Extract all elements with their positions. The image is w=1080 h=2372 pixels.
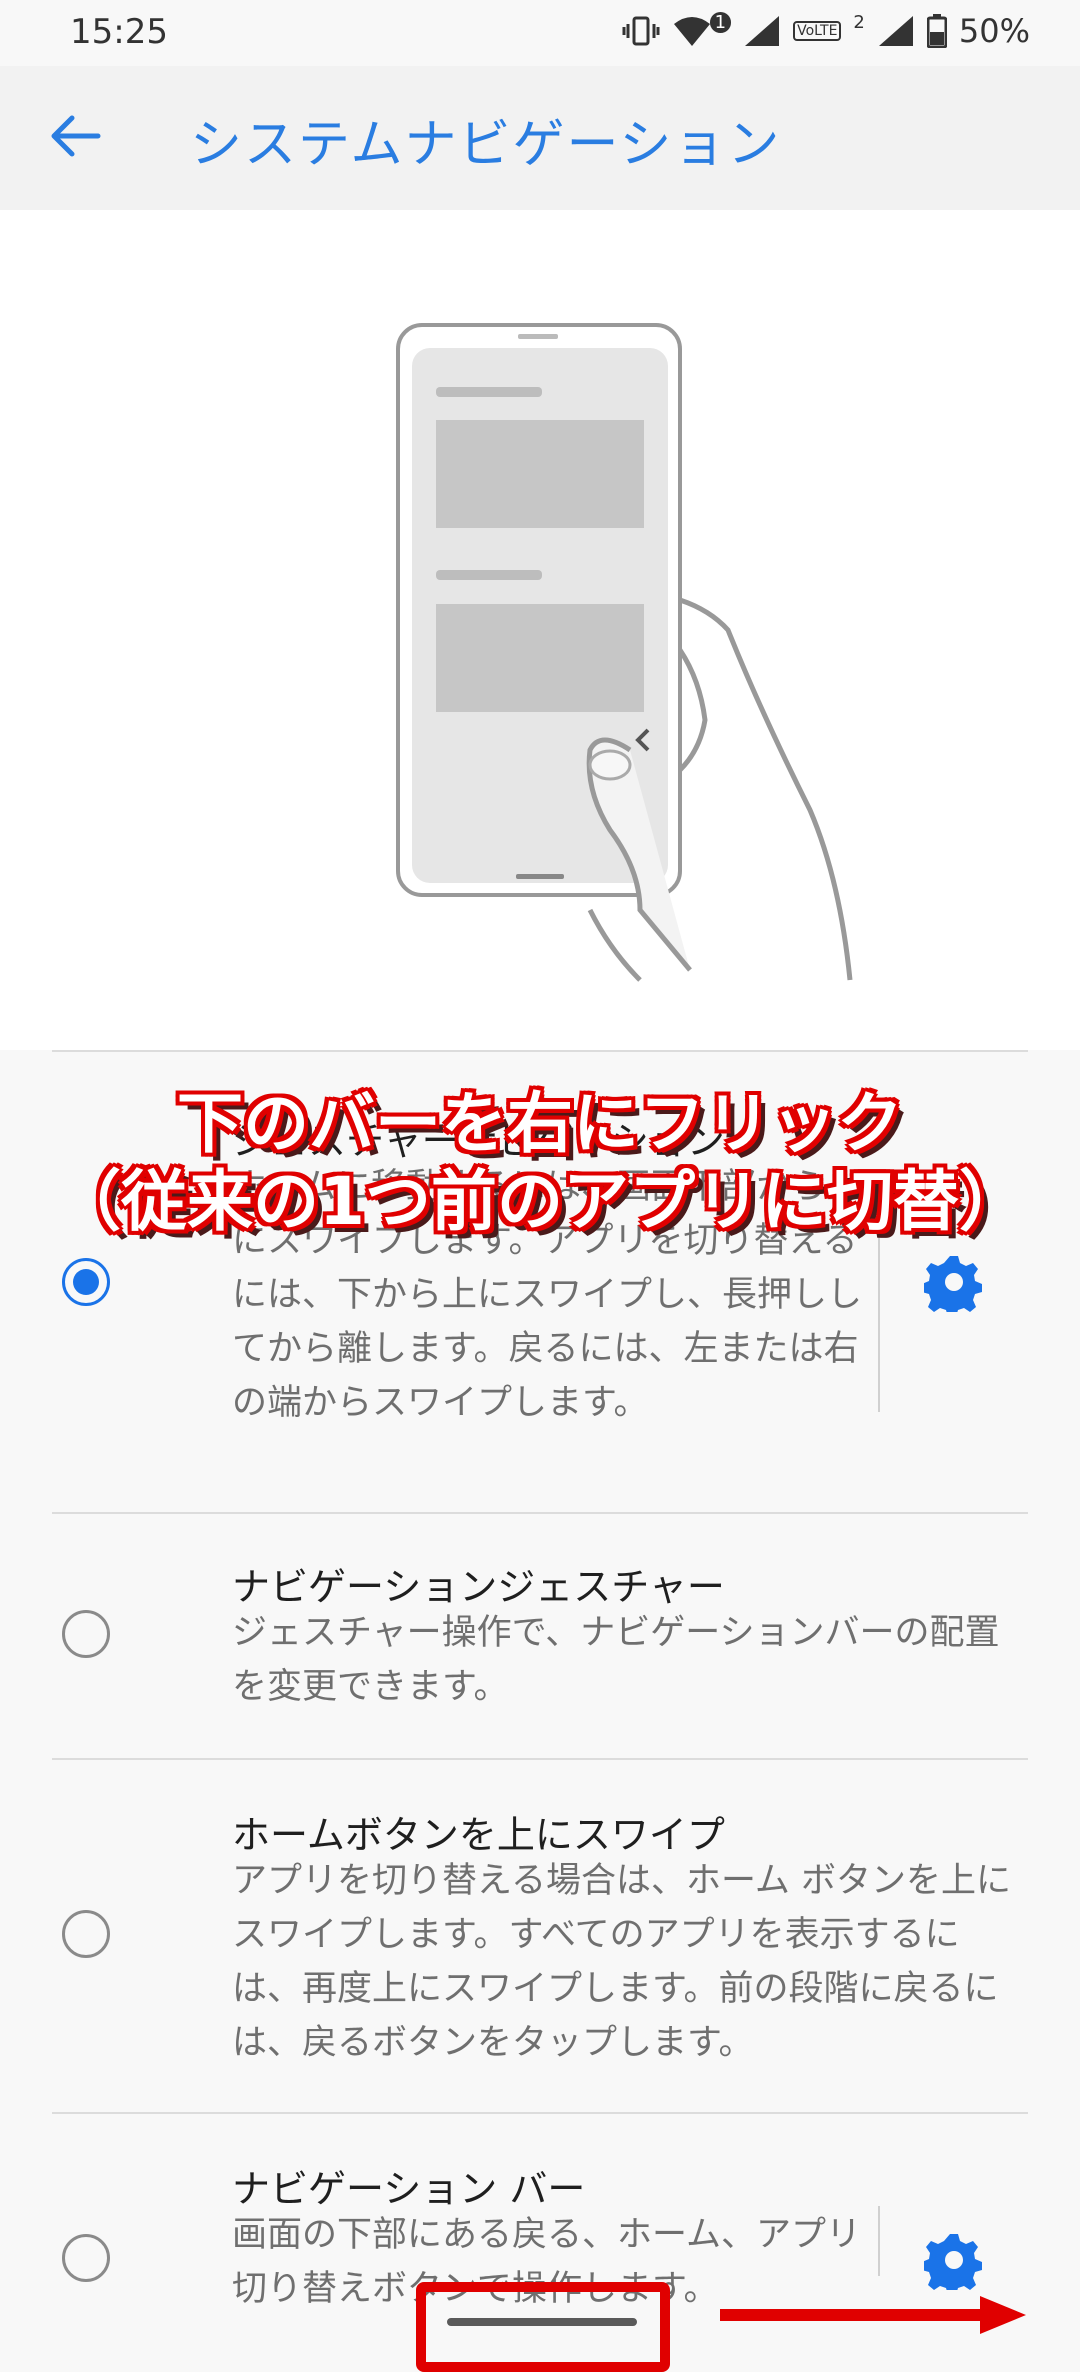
status-time: 15:25	[70, 12, 168, 52]
vibrate-icon	[622, 16, 660, 46]
radio-gesture-navigation[interactable]	[62, 1258, 110, 1306]
battery-icon	[926, 14, 947, 48]
gear-icon[interactable]	[924, 1252, 984, 1312]
status-bar: 15:25 1 VoLTE 2 50%	[0, 0, 1080, 66]
status-icons: 1 VoLTE 2 50%	[622, 11, 1030, 50]
option-navigation-gesture[interactable]: ナビゲーションジェスチャー ジェスチャー操作で、ナビゲーションバーの配置を変更で…	[0, 1514, 1080, 1758]
right-arrow-icon	[720, 2296, 1026, 2334]
back-arrow-icon[interactable]	[46, 106, 106, 166]
gear-icon[interactable]	[924, 2230, 984, 2290]
option-title: ナビゲーションジェスチャー	[232, 1565, 725, 1609]
wifi-icon	[673, 17, 710, 46]
app-bar: システムナビゲーション	[0, 66, 1080, 210]
signal-icon-2	[878, 16, 913, 46]
annotation-line-2: （従来の1つ前のアプリに切替）	[55, 1163, 1025, 1240]
battery-percent: 50%	[958, 12, 1030, 50]
sim1-badge: 1	[709, 11, 732, 33]
radio-navigation-gesture[interactable]	[62, 1610, 110, 1658]
phone-hand-illustration	[396, 323, 853, 982]
option-title: ホームボタンを上にスワイプ	[232, 1813, 725, 1857]
signal-icon	[745, 16, 780, 46]
option-description: ジェスチャー操作で、ナビゲーションバーの配置を変更できます。	[232, 1613, 1000, 1707]
radio-navigation-bar[interactable]	[62, 2234, 110, 2282]
gesture-handle[interactable]	[447, 2318, 637, 2326]
option-swipe-up-home[interactable]: ホームボタンを上にスワイプ アプリを切り替える場合は、ホーム ボタンを上にスワイ…	[0, 1760, 1080, 2110]
volte-label: VoLTE	[793, 21, 842, 41]
page-title: システムナビゲーション	[190, 115, 782, 175]
option-description: アプリを切り替える場合は、ホーム ボタンを上にスワイプします。すべてのアプリを表…	[232, 1861, 1012, 2063]
radio-swipe-up-home[interactable]	[62, 1910, 110, 1958]
gesture-illustration	[0, 210, 1080, 1050]
option-title: ナビゲーション バー	[232, 2167, 586, 2211]
sim2-badge: 2	[853, 11, 865, 33]
annotation-line-1: 下のバーを右にフリック	[177, 1085, 903, 1162]
annotation-overlay: 下のバーを右にフリック （従来の1つ前のアプリに切替）	[0, 1085, 1080, 1241]
gesture-bar-highlight	[416, 2282, 670, 2372]
vertical-separator	[878, 2206, 880, 2276]
